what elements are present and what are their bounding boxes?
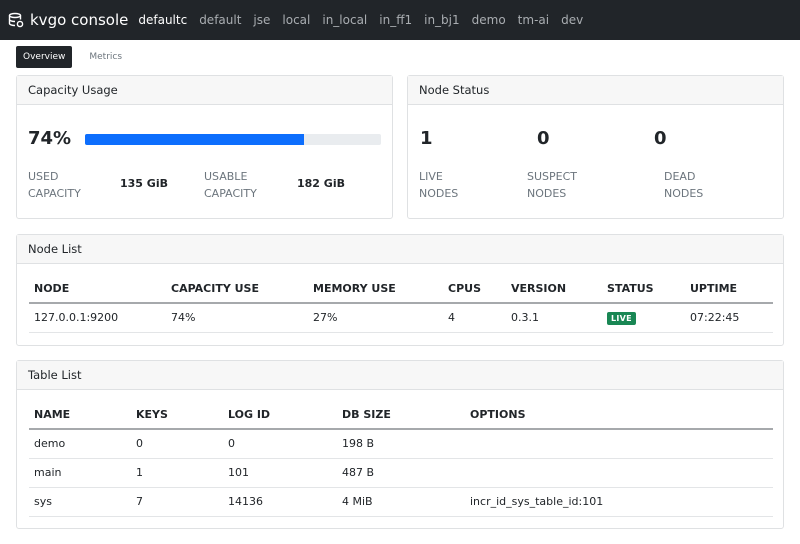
column-header[interactable]: OPTIONS	[465, 401, 773, 430]
table-header-row: NODE CAPACITY USE MEMORY USE CPUS VERSIO…	[29, 275, 773, 304]
capacity-progress-bar	[85, 134, 381, 145]
column-header[interactable]: CPUS	[443, 275, 506, 304]
tab-metrics[interactable]: Metrics	[82, 46, 129, 68]
node-table: NODE CAPACITY USE MEMORY USE CPUS VERSIO…	[29, 275, 773, 333]
table-list-table: NAME KEYS LOG ID DB SIZE OPTIONS demo 0 …	[29, 401, 773, 517]
column-header[interactable]: KEYS	[131, 401, 223, 430]
column-header[interactable]: LOG ID	[223, 401, 337, 430]
column-header[interactable]: DB SIZE	[337, 401, 465, 430]
brand[interactable]: kvgo console	[8, 11, 128, 29]
capacity-usage-card: Capacity Usage 74% USED CAPACITY 135 GiB …	[16, 75, 393, 219]
used-capacity-value: 135 GiB	[120, 177, 168, 190]
capacity-progress-fill	[85, 134, 305, 145]
nav-item-tm-ai[interactable]: tm-ai	[518, 13, 549, 27]
table-log-id: 101	[223, 458, 337, 488]
capacity-percent: 74%	[28, 128, 72, 149]
usable-capacity-value: 182 GiB	[297, 177, 345, 190]
table-options	[465, 458, 773, 488]
live-nodes-label: LIVE NODES	[419, 170, 459, 200]
nav-item-jse[interactable]: jse	[253, 13, 270, 27]
nav-item-local[interactable]: local	[282, 13, 310, 27]
database-icon	[8, 12, 24, 28]
nav-item-in-local[interactable]: in_local	[322, 13, 367, 27]
status-cell: LIVE	[602, 303, 685, 333]
node-status-card: Node Status 1 LIVE NODES 0 SUSPECT NODES 0…	[407, 75, 784, 219]
card-title: Node List	[17, 235, 783, 264]
dead-nodes-count: 0	[654, 128, 667, 149]
table-row[interactable]: 127.0.0.1:9200 74% 27% 4 0.3.1 LIVE 07:2…	[29, 303, 773, 333]
table-name: sys	[29, 487, 131, 517]
column-header[interactable]: UPTIME	[685, 275, 773, 304]
table-row[interactable]: sys 7 14136 4 MiB incr_id_sys_table_id:1…	[29, 487, 773, 517]
nav-item-default[interactable]: default	[199, 13, 241, 27]
memory-use: 27%	[308, 303, 443, 333]
node-list-card: Node List NODE CAPACITY USE MEMORY USE C…	[16, 234, 784, 346]
table-header-row: NAME KEYS LOG ID DB SIZE OPTIONS	[29, 401, 773, 430]
used-capacity-label: USED CAPACITY	[28, 170, 81, 200]
column-header[interactable]: NODE	[29, 275, 166, 304]
nav-item-demo[interactable]: demo	[472, 13, 506, 27]
status-badge: LIVE	[607, 311, 636, 325]
table-list-card: Table List NAME KEYS LOG ID DB SIZE OPTI…	[16, 360, 784, 529]
column-header[interactable]: NAME	[29, 401, 131, 430]
version: 0.3.1	[506, 303, 602, 333]
cpus: 4	[443, 303, 506, 333]
table-name: demo	[29, 429, 131, 459]
nav-item-dev[interactable]: dev	[561, 13, 583, 27]
table-keys: 0	[131, 429, 223, 459]
usable-capacity-label: USABLE CAPACITY	[204, 170, 257, 200]
table-db-size: 198 B	[337, 429, 465, 459]
table-row[interactable]: demo 0 0 198 B	[29, 429, 773, 459]
column-header[interactable]: VERSION	[506, 275, 602, 304]
table-options	[465, 429, 773, 459]
suspect-nodes-count: 0	[537, 128, 550, 149]
table-db-size: 487 B	[337, 458, 465, 488]
table-name: main	[29, 458, 131, 488]
dead-nodes-label: DEAD NODES	[664, 170, 704, 200]
table-log-id: 14136	[223, 487, 337, 517]
tab-bar: Overview Metrics	[0, 40, 800, 74]
capacity-use: 74%	[166, 303, 308, 333]
table-keys: 7	[131, 487, 223, 517]
uptime: 07:22:45	[685, 303, 773, 333]
table-db-size: 4 MiB	[337, 487, 465, 517]
card-title: Table List	[17, 361, 783, 390]
table-options: incr_id_sys_table_id:101	[465, 487, 773, 517]
column-header[interactable]: MEMORY USE	[308, 275, 443, 304]
column-header[interactable]: STATUS	[602, 275, 685, 304]
app-title: kvgo console	[30, 11, 129, 29]
top-navbar: kvgo console defaultc default jse local …	[0, 0, 800, 40]
tab-overview[interactable]: Overview	[16, 46, 73, 68]
live-nodes-count: 1	[420, 128, 433, 149]
nav-item-in-bj1[interactable]: in_bj1	[424, 13, 460, 27]
nav-item-defaultc[interactable]: defaultc	[138, 13, 187, 27]
card-title: Capacity Usage	[17, 76, 392, 105]
card-title: Node Status	[408, 76, 783, 105]
table-log-id: 0	[223, 429, 337, 459]
nav-item-in-ff1[interactable]: in_ff1	[379, 13, 412, 27]
suspect-nodes-label: SUSPECT NODES	[527, 170, 577, 200]
node-address: 127.0.0.1:9200	[29, 303, 166, 333]
column-header[interactable]: CAPACITY USE	[166, 275, 308, 304]
table-keys: 1	[131, 458, 223, 488]
table-row[interactable]: main 1 101 487 B	[29, 458, 773, 488]
